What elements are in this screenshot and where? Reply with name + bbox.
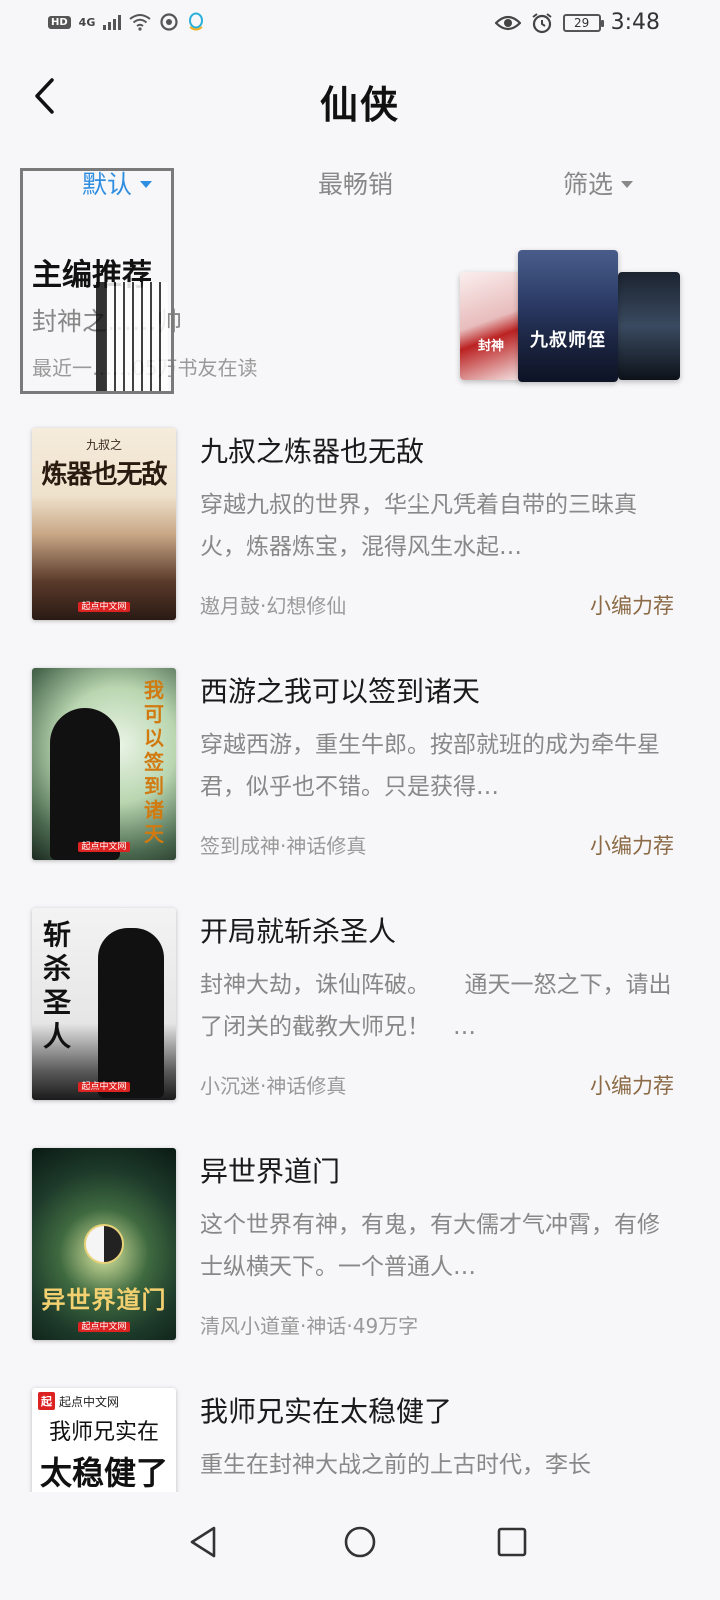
book-item[interactable]: 九叔之 炼器也无敌 起点中文网 九叔之炼器也无敌 穿越九叔的世界，华尘凡凭着自带… bbox=[0, 422, 720, 662]
tab-bestseller[interactable]: 最畅销 bbox=[318, 165, 393, 201]
book-meta: 小沉迷·神话修真 bbox=[200, 1074, 347, 1098]
book-item[interactable]: 异世界道门 起点中文网 异世界道门 这个世界有神，有鬼，有大儒才气冲霄，有修士纵… bbox=[0, 1142, 720, 1382]
book-title: 异世界道门 bbox=[200, 1155, 341, 1188]
book-meta: 遨月鼓·幻想修仙 bbox=[200, 594, 347, 618]
eye-icon bbox=[494, 15, 521, 30]
alarm-icon bbox=[531, 12, 552, 33]
book-meta: 签到成神·神话修真 bbox=[200, 834, 367, 858]
book-tag: 小编力荐 bbox=[590, 594, 674, 618]
triangle-back-icon bbox=[190, 1526, 216, 1558]
book-description: 这个世界有神，有鬼，有大儒才气冲霄，有修士纵横天下。一个普通人… bbox=[200, 1212, 660, 1280]
wifi-icon bbox=[129, 14, 151, 31]
cover-stack[interactable]: 封神 九叔师侄 bbox=[460, 250, 680, 390]
page-title: 仙侠 bbox=[319, 83, 400, 127]
hd-indicator: HD bbox=[48, 15, 71, 29]
book-cover: 我可以签到诸天 起点中文网 bbox=[32, 668, 176, 860]
qq-icon bbox=[189, 12, 204, 31]
circle-home-icon bbox=[344, 1526, 376, 1558]
mini-cover bbox=[618, 272, 680, 380]
book-cover: 斩杀圣人 起点中文网 bbox=[32, 908, 176, 1100]
tab-filter[interactable]: 筛选 bbox=[563, 165, 634, 201]
nav-home-button[interactable] bbox=[336, 1518, 384, 1566]
book-title: 开局就斩杀圣人 bbox=[200, 915, 397, 948]
caret-down-icon bbox=[621, 180, 634, 188]
book-description: 封神大劫，诛仙阵破。 通天一怒之下，请出了闭关的截教大师兄！ … bbox=[200, 972, 672, 1040]
book-description: 穿越九叔的世界，华尘凡凭着自带的三昧真火，炼器炼宝，混得风生水起… bbox=[200, 492, 637, 560]
book-description: 重生在封神大战之前的上古时代，李长 bbox=[200, 1452, 591, 1478]
book-title: 九叔之炼器也无敌 bbox=[200, 435, 425, 468]
header: 仙侠 bbox=[0, 60, 720, 140]
book-meta: 清风小道童·神话·49万字 bbox=[200, 1314, 419, 1338]
tab-label: 默认 bbox=[82, 170, 133, 199]
signal-icon bbox=[103, 14, 122, 30]
tab-label: 筛选 bbox=[563, 170, 614, 199]
book-list: 九叔之 炼器也无敌 起点中文网 九叔之炼器也无敌 穿越九叔的世界，华尘凡凭着自带… bbox=[0, 422, 720, 1600]
mini-cover: 九叔师侄 bbox=[518, 250, 618, 382]
book-cover: 异世界道门 起点中文网 bbox=[32, 1148, 176, 1340]
status-bar: HD 4G 29 3:48 bbox=[0, 0, 720, 48]
battery-icon: 29 bbox=[562, 13, 604, 32]
clock: 3:48 bbox=[610, 10, 660, 35]
nav-recent-button[interactable] bbox=[488, 1518, 536, 1566]
data-saver-icon bbox=[160, 13, 178, 31]
overlay-artifact bbox=[96, 282, 168, 394]
network-type: 4G bbox=[78, 15, 96, 29]
tab-default[interactable]: 默认 bbox=[82, 165, 153, 201]
caret-down-icon bbox=[140, 180, 153, 188]
square-recent-icon bbox=[497, 1527, 527, 1557]
book-title: 我师兄实在太稳健了 bbox=[200, 1395, 453, 1428]
book-tag: 小编力荐 bbox=[590, 1074, 674, 1098]
nav-back-button[interactable] bbox=[180, 1518, 228, 1566]
book-cover: 九叔之 炼器也无敌 起点中文网 bbox=[32, 428, 176, 620]
mini-cover: 封神 bbox=[460, 272, 522, 380]
book-tag: 小编力荐 bbox=[590, 834, 674, 858]
book-description: 穿越西游，重生牛郎。按部就班的成为牵牛星君，似乎也不错。只是获得… bbox=[200, 732, 660, 800]
book-item[interactable]: 斩杀圣人 起点中文网 开局就斩杀圣人 封神大劫，诛仙阵破。 通天一怒之下，请出了… bbox=[0, 902, 720, 1142]
sort-tabs: 默认 最畅销 筛选 bbox=[0, 165, 720, 209]
system-nav-bar bbox=[0, 1492, 720, 1600]
tab-label: 最畅销 bbox=[318, 170, 394, 199]
book-title: 西游之我可以签到诸天 bbox=[200, 675, 481, 708]
battery-level: 29 bbox=[573, 15, 590, 30]
book-item[interactable]: 我可以签到诸天 起点中文网 西游之我可以签到诸天 穿越西游，重生牛郎。按部就班的… bbox=[0, 662, 720, 902]
